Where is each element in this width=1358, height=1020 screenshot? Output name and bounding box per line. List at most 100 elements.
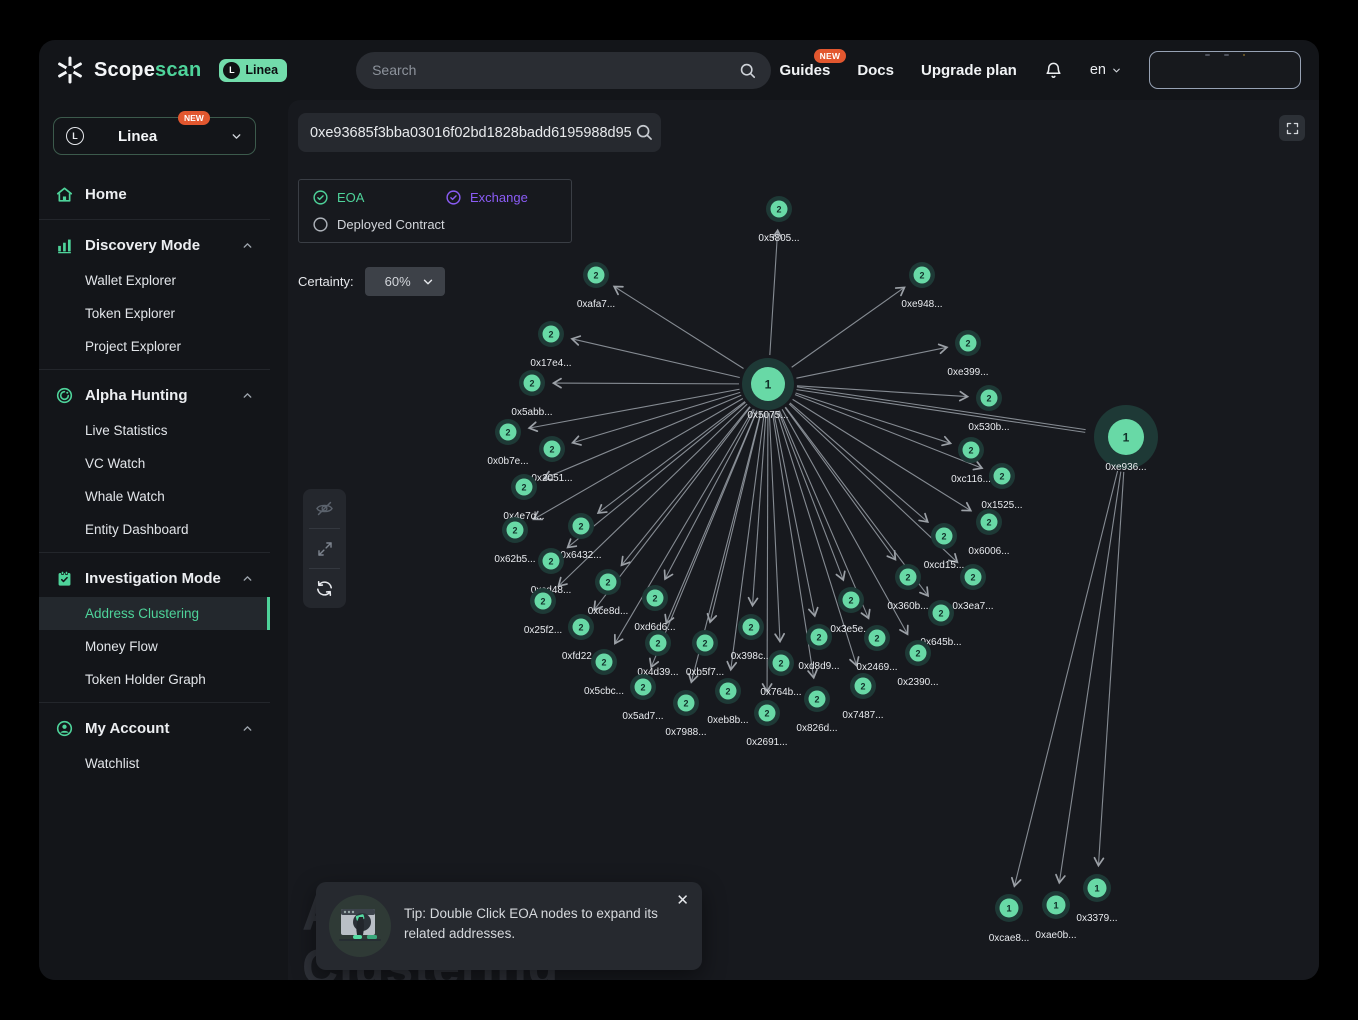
- sidebar-subitem-label: Token Explorer: [85, 306, 175, 321]
- sidebar-item-home[interactable]: Home: [39, 175, 270, 213]
- graph-node[interactable]: 20x2051...: [531, 436, 572, 484]
- header-nav: GuidesNEW Docs Upgrade plan en: [779, 51, 1301, 89]
- nav-item-docs[interactable]: Docs: [857, 62, 894, 79]
- legend-item-exchange[interactable]: Exchange: [445, 189, 558, 207]
- graph-node[interactable]: 20x3e5e...: [830, 587, 871, 635]
- sidebar-subitem-project-explorer[interactable]: Project Explorer: [39, 330, 270, 363]
- graph-node[interactable]: 20x5abb...: [511, 370, 552, 418]
- sidebar-item-my-account[interactable]: My Account: [39, 709, 270, 747]
- header: Scopescan L Linea GuidesNEW Docs Upgrade p…: [39, 40, 1319, 100]
- graph-node[interactable]: 20x7988...: [665, 690, 706, 738]
- node-label: 0x5075...: [747, 410, 788, 421]
- graph-edge: [774, 412, 815, 615]
- wallet-connect-widget[interactable]: [1149, 51, 1301, 89]
- node-badge: 2: [748, 622, 753, 632]
- graph-node[interactable]: 20xce8d...: [588, 569, 629, 617]
- node-type-legend: EOAExchangeDeployed Contract: [298, 179, 572, 243]
- graph-edge: [599, 402, 745, 513]
- graph-node[interactable]: 20x62b5...: [494, 517, 535, 565]
- global-search[interactable]: [356, 52, 771, 89]
- sidebar-subitem-label: Token Holder Graph: [85, 672, 206, 687]
- graph-node[interactable]: 20xd6d6...: [634, 585, 675, 633]
- user-icon: [55, 719, 74, 738]
- bell-icon[interactable]: [1044, 61, 1063, 80]
- fit-view-button[interactable]: [303, 529, 346, 568]
- graph-node[interactable]: 20x2691...: [746, 700, 787, 748]
- network-selector[interactable]: L Linea NEW: [53, 117, 256, 155]
- refresh-icon: [315, 579, 334, 598]
- node-badge: 2: [540, 596, 545, 606]
- legend-label: Deployed Contract: [337, 217, 445, 232]
- hide-labels-button[interactable]: [303, 489, 346, 528]
- graph-node[interactable]: 20xeb8b...: [707, 678, 748, 726]
- node-badge: 2: [941, 531, 946, 541]
- graph-node[interactable]: 10xe936...: [1094, 405, 1158, 473]
- graph-node[interactable]: 20x5ad7...: [622, 674, 663, 722]
- graph-node[interactable]: 20x5805...: [758, 196, 799, 244]
- certainty-select[interactable]: 60%: [365, 267, 445, 296]
- nav-item-guides[interactable]: GuidesNEW: [779, 62, 830, 79]
- graph-node[interactable]: 20x0b7e...: [487, 419, 528, 467]
- search-input[interactable]: [372, 62, 738, 78]
- graph-node[interactable]: 20xcd15...: [924, 523, 965, 571]
- graph-node[interactable]: 20x826d...: [796, 686, 837, 734]
- node-badge: 2: [968, 445, 973, 455]
- graph-node[interactable]: 20x17e4...: [530, 321, 571, 369]
- graph-node[interactable]: 20x3ea7...: [952, 564, 993, 612]
- graph-node[interactable]: 10x5075...: [742, 358, 794, 421]
- address-input[interactable]: [298, 113, 661, 152]
- graph-node[interactable]: 10x3379...: [1076, 874, 1117, 924]
- graph-node[interactable]: 10xcae8...: [989, 894, 1030, 944]
- sidebar-subitem-address-clustering[interactable]: Address Clustering: [39, 597, 270, 630]
- graph-node[interactable]: 20xafa7...: [577, 262, 615, 310]
- node-label: 0xe948...: [901, 299, 942, 310]
- sidebar-subitem-vc-watch[interactable]: VC Watch: [39, 447, 270, 480]
- divider: [39, 219, 270, 220]
- sidebar-subitem-token-holder-graph[interactable]: Token Holder Graph: [39, 663, 270, 696]
- graph-edge: [797, 386, 967, 397]
- graph-node[interactable]: 10xae0b...: [1035, 891, 1076, 941]
- graph-node[interactable]: 20x4d39...: [637, 630, 678, 678]
- graph-node[interactable]: 20x1525...: [981, 463, 1022, 511]
- sidebar-item-alpha-hunting[interactable]: Alpha Hunting: [39, 376, 270, 414]
- graph-edge: [530, 389, 740, 428]
- node-badge: 2: [578, 622, 583, 632]
- address-search: [298, 113, 661, 152]
- graph-node[interactable]: 20x398c...: [731, 614, 772, 662]
- node-badge: 2: [549, 444, 554, 454]
- graph-node[interactable]: 20x7487...: [842, 673, 883, 721]
- graph-node[interactable]: 20xe399...: [947, 330, 988, 378]
- legend-item-eoa[interactable]: EOA: [312, 189, 445, 207]
- nav-item-upgrade-plan[interactable]: Upgrade plan: [921, 62, 1017, 79]
- refresh-button[interactable]: [303, 569, 346, 608]
- sidebar-item-discovery-mode[interactable]: Discovery Mode: [39, 226, 270, 264]
- sidebar-subitem-watchlist[interactable]: Watchlist: [39, 747, 270, 780]
- sidebar-item-investigation-mode[interactable]: Investigation Mode: [39, 559, 270, 597]
- sidebar-subitem-entity-dashboard[interactable]: Entity Dashboard: [39, 513, 270, 546]
- sidebar-subitem-money-flow[interactable]: Money Flow: [39, 630, 270, 663]
- search-icon[interactable]: [634, 122, 654, 142]
- graph-node[interactable]: 20xe948...: [901, 262, 942, 310]
- graph-node[interactable]: 20x6432...: [560, 513, 601, 561]
- sidebar-subitem-wallet-explorer[interactable]: Wallet Explorer: [39, 264, 270, 297]
- node-label: 0x5cbc...: [584, 686, 624, 697]
- node-badge: 2: [776, 204, 781, 214]
- node-label: 0x0b7e...: [487, 456, 528, 467]
- graph-node[interactable]: 20xb5f7...: [686, 630, 724, 678]
- check-circle-icon: [312, 189, 329, 206]
- app-logo[interactable]: Scopescan L Linea: [55, 55, 287, 85]
- fullscreen-button[interactable]: [1279, 115, 1305, 141]
- legend-item-deployed-contract[interactable]: Deployed Contract: [312, 216, 558, 234]
- node-label: 0x826d...: [796, 723, 837, 734]
- language-selector[interactable]: en: [1090, 62, 1122, 78]
- graph-node[interactable]: 20x530b...: [968, 385, 1009, 433]
- graph-node[interactable]: 20x360b...: [887, 564, 928, 612]
- sidebar-subitem-whale-watch[interactable]: Whale Watch: [39, 480, 270, 513]
- sidebar-subitem-token-explorer[interactable]: Token Explorer: [39, 297, 270, 330]
- chevron-down-icon: [1111, 65, 1122, 76]
- graph-node[interactable]: 20xc116...: [951, 437, 991, 485]
- close-icon[interactable]: ✕: [676, 893, 689, 908]
- sidebar-subitem-live-statistics[interactable]: Live Statistics: [39, 414, 270, 447]
- sidebar-item-label: My Account: [85, 720, 169, 737]
- graph-node[interactable]: 20x6006...: [968, 509, 1009, 557]
